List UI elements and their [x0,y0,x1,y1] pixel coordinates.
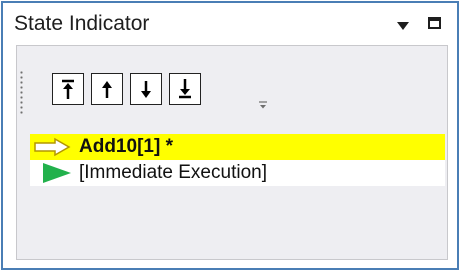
chevron-down-icon[interactable] [397,22,409,30]
stack-row-add10[interactable]: Add10[1] * [30,134,445,160]
arrow-down-to-bar-icon [179,79,191,99]
arrow-down-icon [141,81,151,98]
stack-row-label: [Immediate Execution] [79,162,267,183]
arrow-up-icon [102,81,112,98]
move-to-top-button[interactable] [52,73,84,105]
toolbar-grip-icon[interactable] [20,70,23,114]
window-title: State Indicator [14,12,150,35]
maximize-icon[interactable] [428,17,441,29]
move-up-button[interactable] [91,73,123,105]
toolbar-overflow-icon[interactable] [258,100,268,110]
move-down-button[interactable] [130,73,162,105]
window-titlebar: State Indicator [3,3,457,45]
stack-row-immediate-execution[interactable]: [Immediate Execution] [30,160,445,186]
arrow-up-to-bar-icon [62,79,74,99]
stack-row-label: Add10[1] * [79,136,173,157]
current-line-arrow-icon [34,137,71,157]
move-to-bottom-button[interactable] [169,73,201,105]
green-triangle-icon [43,163,71,183]
